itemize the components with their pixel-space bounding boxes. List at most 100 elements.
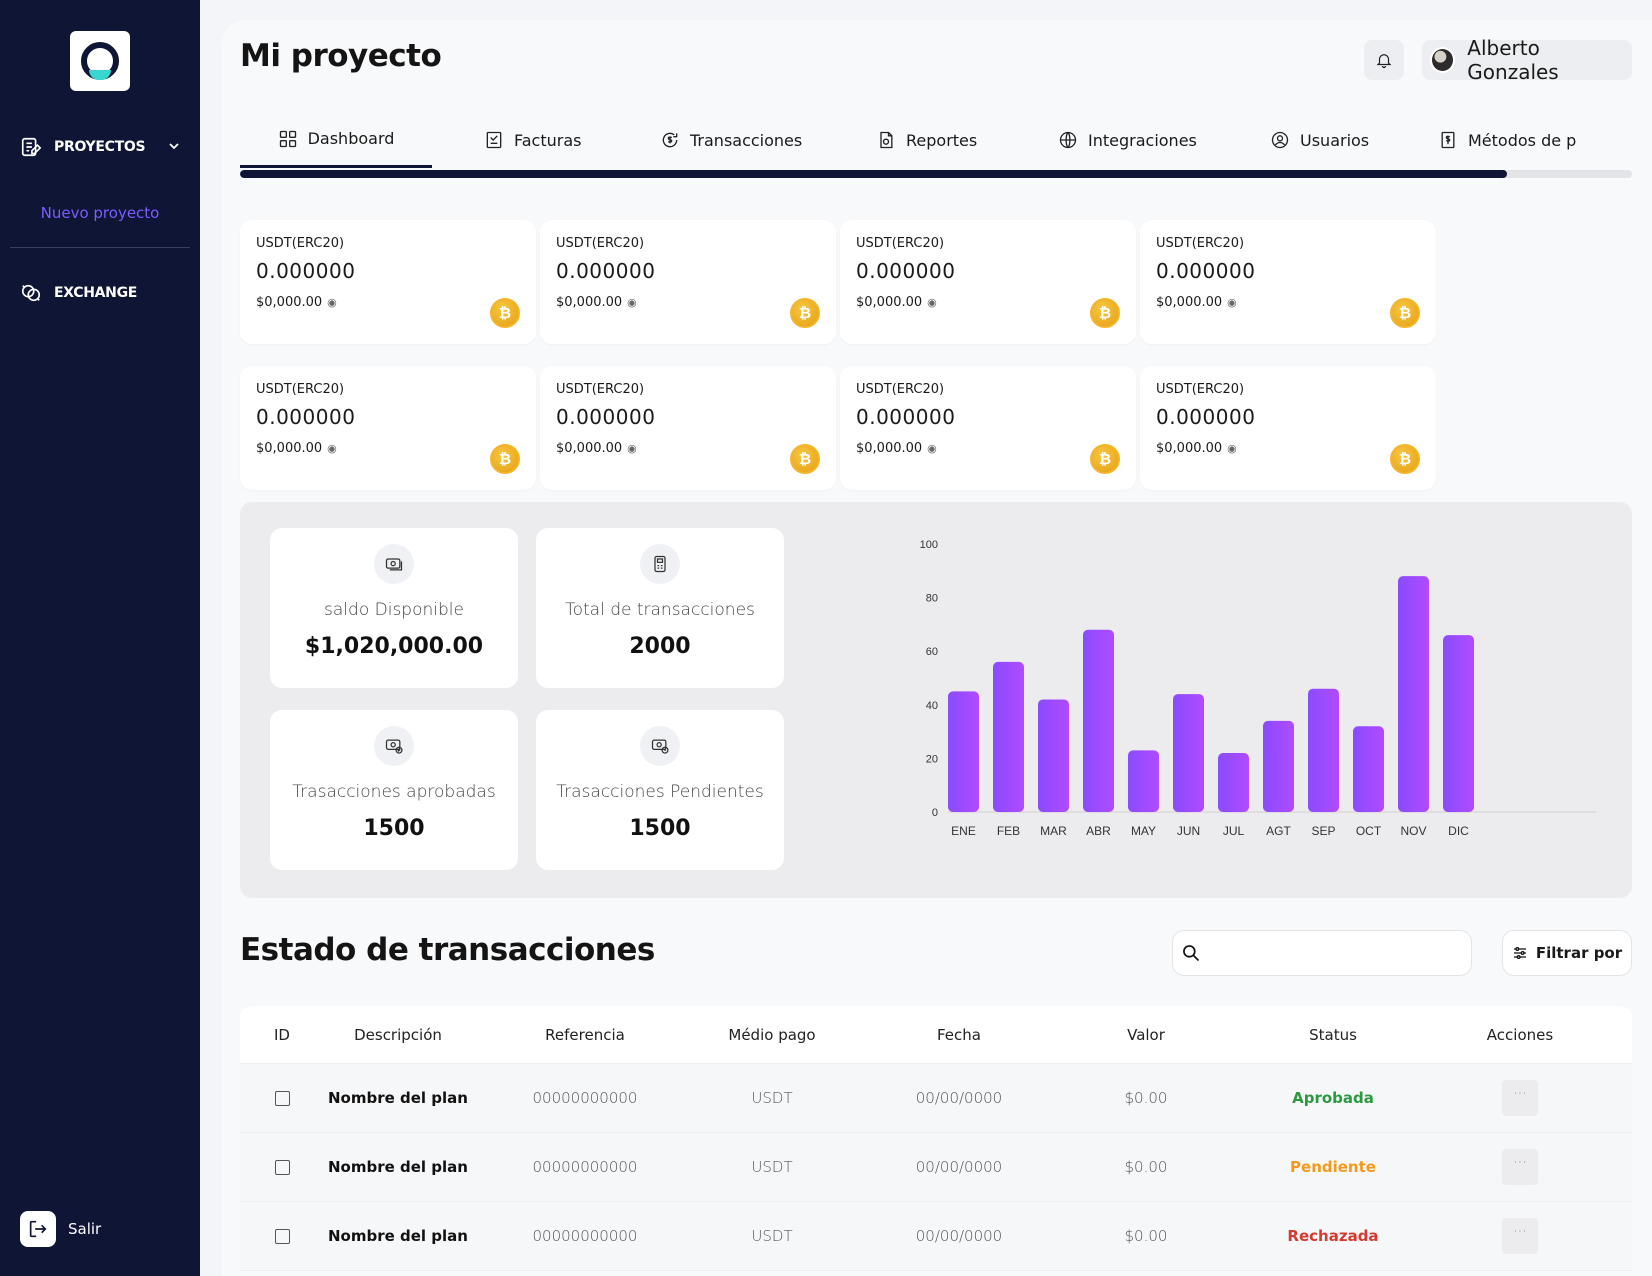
eye-icon[interactable]: ◉ — [1227, 442, 1237, 455]
filter-label: Filtrar por — [1535, 944, 1623, 962]
tab-label: Reportes — [906, 130, 978, 150]
wallet-card[interactable]: USDT(ERC20) 0.000000 $0,000.00 ◉ ₿ — [240, 366, 536, 490]
eye-icon[interactable]: ◉ — [627, 296, 637, 309]
bar-abr[interactable] — [1083, 629, 1114, 812]
eye-icon[interactable]: ◉ — [927, 442, 937, 455]
eye-icon[interactable]: ◉ — [327, 442, 337, 455]
logout-icon — [20, 1211, 56, 1247]
wallet-amount: 0.000000 — [256, 259, 356, 283]
bar-may[interactable] — [1128, 750, 1159, 812]
column-header-descripcion[interactable]: Descripción — [324, 1026, 472, 1044]
wallet-card[interactable]: USDT(ERC20) 0.000000 $0,000.00 ◉ ₿ — [840, 220, 1136, 344]
wallet-card[interactable]: USDT(ERC20) 0.000000 $0,000.00 ◉ ₿ — [540, 366, 836, 490]
table-header: ID Descripción Referencia Médio pago Fec… — [240, 1006, 1632, 1064]
bar-agt[interactable] — [1263, 720, 1294, 812]
payment-doc-icon — [1441, 131, 1455, 149]
row-actions-button[interactable]: ··· — [1502, 1218, 1538, 1254]
sliders-icon — [1513, 947, 1526, 959]
row-actions-button[interactable]: ··· — [1502, 1149, 1538, 1185]
table-row[interactable]: Nombre del plan 00000000000 USDT 00/00/0… — [240, 1133, 1632, 1202]
search-input[interactable] — [1209, 944, 1449, 962]
table-row[interactable]: Nombre del plan 00000000000 USDT 00/00/0… — [240, 1202, 1632, 1271]
wallet-card[interactable]: USDT(ERC20) 0.000000 $0,000.00 ◉ ₿ — [1140, 366, 1436, 490]
tab-metodos-de-pago[interactable]: Métodos de p — [1438, 112, 1576, 168]
cell-valor: $0.00 — [1124, 1089, 1168, 1107]
bitcoin-icon: ₿ — [1090, 298, 1120, 328]
filter-button[interactable]: Filtrar por — [1502, 930, 1632, 976]
eye-icon[interactable]: ◉ — [927, 296, 937, 309]
column-header-fecha[interactable]: Fecha — [846, 1026, 1072, 1044]
table-row[interactable]: Nombre del plan 00000000000 USDT 00/00/0… — [240, 1064, 1632, 1133]
wallet-currency: USDT(ERC20) — [256, 382, 345, 397]
stat-label: Trasacciones aprobadas — [292, 782, 496, 802]
row-checkbox[interactable] — [274, 1091, 290, 1106]
sidebar: PROYECTOS Nuevo proyecto EXCHANGE Salir — [0, 0, 200, 1276]
page-title: Mi proyecto — [240, 38, 442, 74]
cell-fecha: 00/00/0000 — [915, 1089, 1003, 1107]
wallet-fiat: $0,000.00 — [1156, 441, 1223, 456]
bar-jun[interactable] — [1173, 694, 1204, 812]
tab-reportes[interactable]: Reportes — [876, 112, 977, 168]
tab-label: Usuarios — [1300, 130, 1370, 150]
x-tick-label: JUN — [1177, 824, 1200, 838]
wallet-currency: USDT(ERC20) — [1156, 236, 1245, 251]
main-panel: Mi proyecto Alberto Gonzales Dashboard F… — [222, 20, 1652, 1276]
row-checkbox[interactable] — [274, 1229, 290, 1244]
column-header-medio-pago[interactable]: Médio pago — [698, 1026, 846, 1044]
bitcoin-icon: ₿ — [790, 444, 820, 474]
cell-referencia: 00000000000 — [532, 1227, 638, 1245]
exchange-icon — [21, 284, 41, 302]
bar-mar[interactable] — [1038, 699, 1069, 812]
column-header-id[interactable]: ID — [240, 1026, 324, 1044]
wallet-amount: 0.000000 — [556, 259, 656, 283]
stat-value: 1500 — [363, 816, 425, 841]
tab-integraciones[interactable]: Integraciones — [1058, 112, 1197, 168]
tabs-scroll-progress[interactable] — [240, 170, 1632, 178]
tab-usuarios[interactable]: Usuarios — [1270, 112, 1369, 168]
cell-fecha: 00/00/0000 — [915, 1158, 1003, 1176]
tab-dashboard[interactable]: Dashboard — [240, 112, 432, 168]
bar-dic[interactable] — [1443, 635, 1474, 812]
row-checkbox[interactable] — [274, 1160, 290, 1175]
search-box[interactable] — [1172, 930, 1472, 976]
wallet-card[interactable]: USDT(ERC20) 0.000000 $0,000.00 ◉ ₿ — [840, 366, 1136, 490]
wallet-card[interactable]: USDT(ERC20) 0.000000 $0,000.00 ◉ ₿ — [1140, 220, 1436, 344]
y-tick-label: 80 — [926, 593, 938, 605]
eye-icon[interactable]: ◉ — [1227, 296, 1237, 309]
dollar-cycle-icon — [662, 132, 678, 148]
logout-button[interactable]: Salir — [20, 1211, 101, 1247]
cell-descripcion: Nombre del plan — [328, 1158, 468, 1176]
bar-oct[interactable] — [1353, 726, 1384, 812]
tab-transacciones[interactable]: Transacciones — [660, 112, 802, 168]
sidebar-item-nuevo-proyecto[interactable]: Nuevo proyecto — [0, 204, 200, 222]
wallet-currency: USDT(ERC20) — [856, 236, 945, 251]
eye-icon[interactable]: ◉ — [627, 442, 637, 455]
monthly-bar-chart: 0 20 40 60 80 100 ENE FEB MAR ABR MAY JUN JUL AGT SEP O… — [912, 522, 1612, 882]
bar-nov[interactable] — [1398, 576, 1429, 812]
app-logo[interactable] — [70, 31, 130, 91]
sidebar-item-exchange[interactable]: EXCHANGE — [20, 282, 137, 304]
sidebar-item-proyectos[interactable]: PROYECTOS — [20, 136, 180, 158]
column-header-status[interactable]: Status — [1220, 1026, 1446, 1044]
bar-sep[interactable] — [1308, 688, 1339, 812]
user-menu[interactable]: Alberto Gonzales — [1422, 36, 1632, 84]
wallet-card[interactable]: USDT(ERC20) 0.000000 $0,000.00 ◉ ₿ — [540, 220, 836, 344]
tab-label: Transacciones — [690, 130, 803, 150]
bar-ene[interactable] — [948, 691, 979, 812]
status-badge: Pendiente — [1290, 1158, 1376, 1176]
column-header-valor[interactable]: Valor — [1072, 1026, 1220, 1044]
wallet-fiat: $0,000.00 — [256, 295, 323, 310]
bar-feb[interactable] — [993, 661, 1024, 812]
eye-icon[interactable]: ◉ — [327, 296, 337, 309]
cell-fecha: 00/00/0000 — [915, 1227, 1003, 1245]
tab-facturas[interactable]: Facturas — [484, 112, 581, 168]
wallet-card[interactable]: USDT(ERC20) 0.000000 $0,000.00 ◉ ₿ — [240, 220, 536, 344]
tabs-scroll-progress-fill — [240, 170, 1507, 178]
row-actions-button[interactable]: ··· — [1502, 1080, 1538, 1116]
column-header-referencia[interactable]: Referencia — [472, 1026, 698, 1044]
wallet-fiat: $0,000.00 — [256, 441, 323, 456]
notifications-button[interactable] — [1364, 40, 1404, 80]
globe-icon — [1059, 131, 1077, 149]
bar-jul[interactable] — [1218, 753, 1249, 812]
chevron-down-icon — [169, 143, 179, 150]
